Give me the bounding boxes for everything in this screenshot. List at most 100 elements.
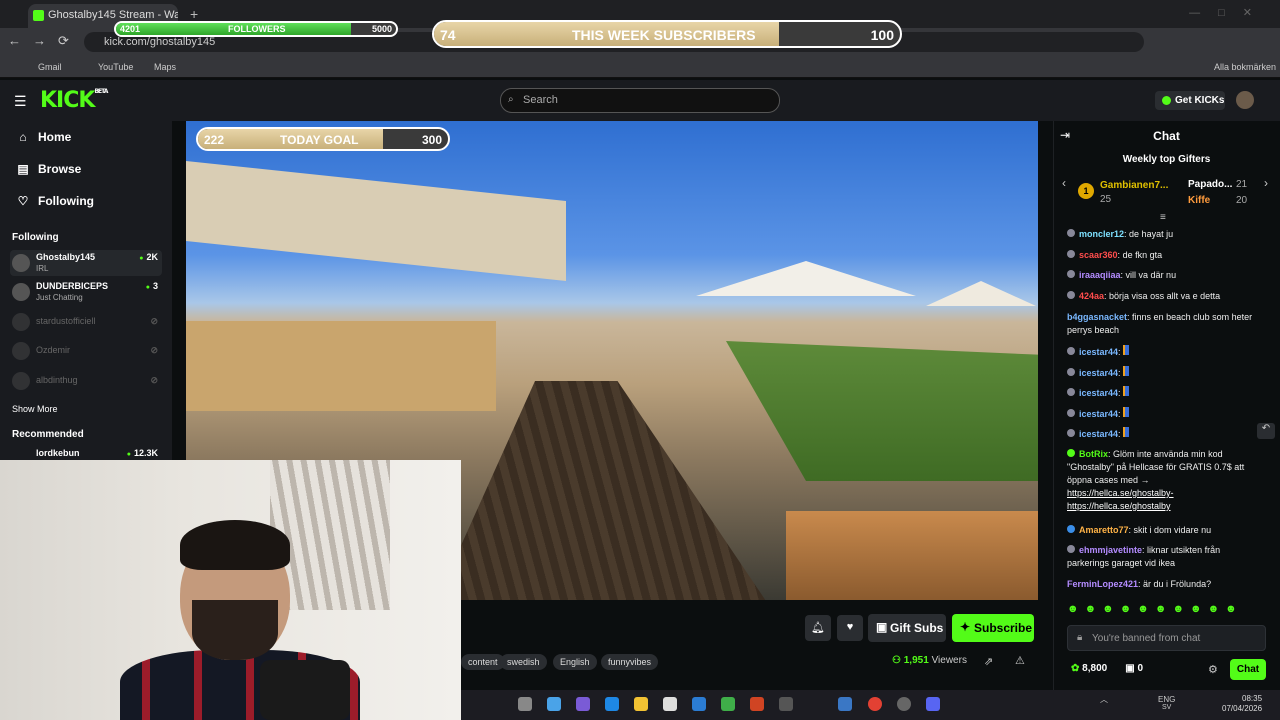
bookmark-gmail[interactable]: Gmail — [38, 62, 62, 72]
awning — [186, 161, 566, 281]
menu-icon[interactable]: ☰ — [14, 93, 27, 110]
bot-badge-icon — [1067, 449, 1075, 457]
chat-username[interactable]: iraaaqiiaa — [1079, 270, 1121, 280]
office-icon[interactable] — [750, 697, 764, 711]
logo-text: KICK — [40, 88, 95, 113]
get-kicks-button[interactable]: Get KICKs — [1155, 91, 1225, 110]
chat-username[interactable]: 424aa — [1079, 291, 1104, 301]
clock[interactable]: 08:35 07/04/2026 — [1222, 694, 1262, 714]
banned-text: You're banned from chat — [1092, 633, 1201, 644]
chat-username[interactable]: b4ggasnacket — [1067, 312, 1127, 322]
gift-subs-button[interactable]: ▣ Gift Subs — [868, 614, 946, 642]
copilot-icon[interactable] — [547, 697, 561, 711]
bookmark-maps[interactable]: Maps — [154, 62, 176, 72]
bookmark-youtube[interactable]: YouTube — [98, 62, 133, 72]
channel-ozdemir[interactable]: Ozdemir ⊘ — [10, 338, 162, 364]
viewer-number: 1,951 — [903, 655, 929, 666]
search-input[interactable]: Search — [500, 88, 780, 113]
reply-icon[interactable]: ↶ — [1257, 423, 1275, 439]
lock-icon: 🔒︎ — [1077, 632, 1083, 643]
avatar — [12, 372, 30, 390]
chat-username[interactable]: icestar44 — [1079, 368, 1118, 378]
nav-browse[interactable]: ▤ Browse — [16, 162, 81, 176]
taskview-icon[interactable] — [518, 697, 532, 711]
gifter-3-name[interactable]: Kiffe — [1188, 195, 1210, 206]
window-controls[interactable]: —□✕ — [1189, 6, 1270, 19]
shield-icon[interactable] — [721, 697, 735, 711]
chrome-icon[interactable] — [868, 697, 882, 711]
show-more-link[interactable]: Show More — [12, 404, 58, 414]
channel-dunderbiceps[interactable]: DUNDERBICEPS Just Chatting 3 — [10, 279, 162, 305]
viewer-count: ⚇ 1,951 Viewers — [892, 655, 967, 666]
nav-following[interactable]: ♡ Following — [16, 194, 94, 208]
emote-bar[interactable]: ☻☻☻☻☻☻☻☻☻☻ — [1067, 603, 1243, 615]
nav-home[interactable]: ⌂ Home — [16, 130, 71, 144]
tag-swedish[interactable]: swedish — [500, 654, 547, 670]
gifter-2-name[interactable]: Papado... — [1188, 179, 1232, 190]
channel-name: stardustofficiell — [36, 316, 96, 326]
chat-title: Chat — [1153, 129, 1180, 143]
chat-message: icestar44: — [1067, 366, 1263, 380]
user-avatar[interactable] — [1236, 91, 1254, 109]
file-explorer-icon[interactable] — [634, 697, 648, 711]
channel-ghostalby145[interactable]: Ghostalby145 IRL 2K — [10, 250, 162, 276]
subscribe-label: Subscribe — [974, 621, 1033, 635]
channel-albdinthug[interactable]: albdinthug ⊘ — [10, 368, 162, 394]
chat-link[interactable]: https://hellca.se/ghostalby — [1067, 501, 1171, 511]
store-icon[interactable] — [663, 697, 677, 711]
chat-username[interactable]: Amaretto77 — [1079, 525, 1129, 535]
chat-username[interactable]: icestar44 — [1079, 409, 1118, 419]
teams-icon[interactable] — [576, 697, 590, 711]
rank-badge: 1 — [1078, 183, 1094, 199]
vscode-icon[interactable] — [779, 697, 793, 711]
chat-username[interactable]: icestar44 — [1079, 429, 1118, 439]
edge-icon[interactable] — [605, 697, 619, 711]
subscribe-button[interactable]: ✦ Subscribe — [952, 614, 1034, 642]
chat-text: de hayat ju — [1129, 229, 1174, 239]
chat-username[interactable]: moncler12 — [1079, 229, 1124, 239]
kicks-balance[interactable]: ✿ 8,800 ▣ 0 — [1071, 663, 1143, 674]
chat-link[interactable]: https://hellca.se/ghostalby- — [1067, 488, 1174, 498]
chat-message: b4ggasnacket: finns en beach club som he… — [1067, 312, 1253, 335]
tag-funnyvibes[interactable]: funnyvibes — [601, 654, 659, 670]
notification-bell-button[interactable]: 🔔︎ — [805, 615, 831, 641]
home-icon: ⌂ — [19, 130, 27, 144]
report-icon[interactable]: ⚠ — [1015, 654, 1025, 667]
follow-heart-button[interactable]: ♥ — [837, 615, 863, 641]
share-icon[interactable]: ⇗ — [984, 655, 993, 668]
tag-content[interactable]: content — [461, 654, 505, 670]
chat-username[interactable]: BotRix — [1079, 449, 1108, 459]
chat-username[interactable]: icestar44 — [1079, 388, 1118, 398]
photos-icon[interactable] — [838, 697, 852, 711]
chat-text: är du i Frölunda? — [1143, 579, 1212, 589]
channel-stardustofficiell[interactable]: stardustofficiell ⊘ — [10, 309, 162, 335]
recommended-section-title: Recommended — [12, 429, 84, 440]
chat-username[interactable]: FerminLopez421 — [1067, 579, 1138, 589]
channel-lordkebun[interactable]: lordkebun 12.3K — [10, 446, 162, 460]
gifter-1-name[interactable]: Gambianen7... — [1100, 180, 1168, 191]
settings-icon[interactable] — [897, 697, 911, 711]
nav-buttons[interactable]: ←→⟳ — [8, 33, 81, 49]
gifters-prev-icon[interactable]: ‹ — [1062, 176, 1066, 190]
gifters-next-icon[interactable]: › — [1264, 176, 1268, 190]
outlook-icon[interactable] — [692, 697, 706, 711]
chat-message: FerminLopez421: är du i Frölunda? — [1067, 579, 1212, 589]
tag-english[interactable]: English — [553, 654, 597, 670]
badge-icon — [1067, 347, 1075, 355]
chat-username[interactable]: icestar44 — [1079, 347, 1118, 357]
chat-message: Amaretto77: skit i dom vidare nu — [1067, 524, 1263, 537]
chat-send-button[interactable]: Chat — [1230, 659, 1266, 680]
chat-settings-icon[interactable]: ⚙ — [1208, 663, 1218, 676]
kick-logo[interactable]: KICKBETA — [40, 88, 108, 113]
clock-date: 07/04/2026 — [1222, 704, 1263, 713]
new-tab-button[interactable]: + — [190, 6, 198, 22]
chat-username[interactable]: scaar360 — [1079, 250, 1118, 260]
discord-icon[interactable] — [926, 697, 940, 711]
chat-username[interactable]: ehmmjavetinte — [1079, 545, 1142, 555]
followers-target: 5000 — [371, 24, 392, 34]
badge-icon — [1067, 388, 1075, 396]
filter-icon[interactable]: ≡ — [1160, 212, 1166, 223]
week-subs-current: 74 — [440, 27, 456, 43]
all-bookmarks[interactable]: Alla bokmärken — [1214, 62, 1276, 72]
star-icon: ✦ — [960, 620, 971, 634]
